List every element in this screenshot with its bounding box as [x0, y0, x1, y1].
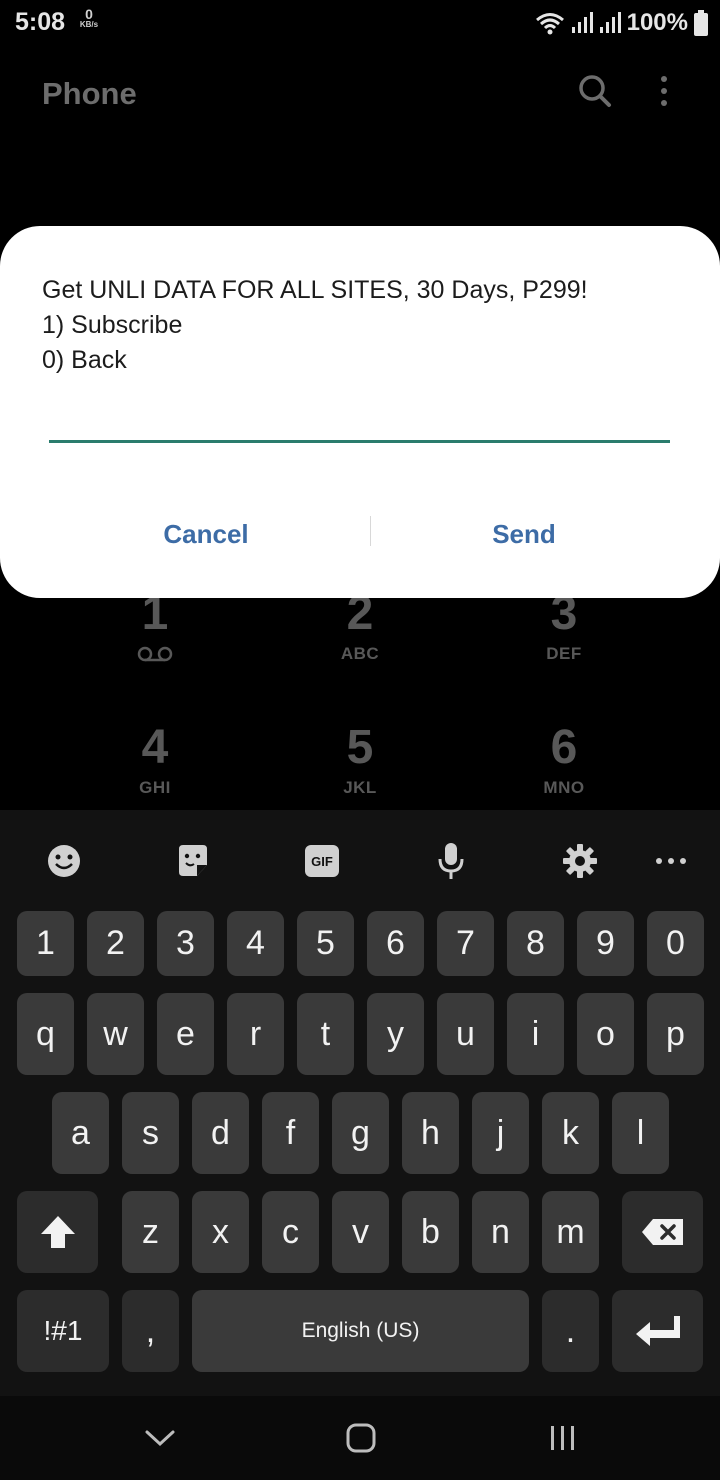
space-key[interactable]: English (US)	[192, 1290, 529, 1372]
settings-icon[interactable]	[556, 837, 604, 885]
navigation-bar	[0, 1396, 720, 1480]
period-key[interactable]: .	[542, 1290, 599, 1372]
key-n[interactable]: n	[472, 1191, 529, 1273]
more-vertical-icon[interactable]	[652, 74, 676, 113]
key-k[interactable]: k	[542, 1092, 599, 1174]
key-x[interactable]: x	[192, 1191, 249, 1273]
key-j[interactable]: j	[472, 1092, 529, 1174]
key-3[interactable]: 3	[157, 911, 214, 976]
key-i[interactable]: i	[507, 993, 564, 1075]
status-bar: 5:08 0 KB/s 100%	[0, 0, 720, 46]
key-b[interactable]: b	[402, 1191, 459, 1273]
key-4[interactable]: 4	[227, 911, 284, 976]
key-1[interactable]: 1	[17, 911, 74, 976]
key-t[interactable]: t	[297, 993, 354, 1075]
enter-icon	[635, 1316, 680, 1346]
emoji-icon[interactable]	[40, 837, 88, 885]
gif-icon[interactable]: GIF	[298, 837, 346, 885]
search-icon[interactable]	[578, 74, 612, 113]
dialpad-key-2[interactable]: 2 ABC	[285, 590, 435, 664]
ussd-response-input[interactable]	[49, 398, 674, 440]
dialpad-letters: MNO	[543, 778, 585, 797]
key-m[interactable]: m	[542, 1191, 599, 1273]
dialpad-digit: 5	[346, 721, 374, 774]
key-h[interactable]: h	[402, 1092, 459, 1174]
key-y[interactable]: y	[367, 993, 424, 1075]
wifi-icon	[535, 13, 564, 35]
key-g[interactable]: g	[332, 1092, 389, 1174]
symbols-key[interactable]: !#1	[17, 1290, 109, 1372]
home-icon[interactable]	[331, 1418, 391, 1458]
signal-icon-1	[571, 12, 593, 33]
key-u[interactable]: u	[437, 993, 494, 1075]
dialpad-letters: GHI	[139, 778, 171, 797]
dialog-message-line-3: 0) Back	[42, 346, 127, 374]
battery-icon	[694, 10, 708, 36]
backspace-icon	[641, 1219, 683, 1245]
gif-label: GIF	[305, 845, 339, 877]
key-6[interactable]: 6	[367, 911, 424, 976]
dialpad-key-4[interactable]: 4 GHI	[80, 724, 230, 798]
recents-icon[interactable]	[533, 1418, 593, 1458]
microphone-icon[interactable]	[427, 837, 475, 885]
key-8[interactable]: 8	[507, 911, 564, 976]
dialpad-key-3[interactable]: 3 DEF	[489, 590, 639, 664]
key-d[interactable]: d	[192, 1092, 249, 1174]
dialpad-letters: DEF	[546, 644, 582, 663]
on-screen-keyboard: GIF 1 2 3 4 5 6 7 8 9 0 q w e r t y u i …	[0, 810, 720, 1396]
dialpad-letters: ABC	[340, 644, 380, 663]
key-o[interactable]: o	[577, 993, 634, 1075]
dialpad-key-1[interactable]: 1	[80, 590, 230, 667]
status-icons: 100%	[535, 7, 708, 39]
key-7[interactable]: 7	[437, 911, 494, 976]
dialpad-digit: 4	[141, 721, 169, 774]
app-title: Phone	[42, 76, 137, 111]
key-5[interactable]: 5	[297, 911, 354, 976]
key-r[interactable]: r	[227, 993, 284, 1075]
sticker-icon[interactable]	[169, 837, 217, 885]
key-9[interactable]: 9	[577, 911, 634, 976]
key-q[interactable]: q	[17, 993, 74, 1075]
enter-key[interactable]	[612, 1290, 703, 1372]
network-speed-unit: KB/s	[79, 20, 99, 29]
cancel-button[interactable]: Cancel	[46, 512, 366, 556]
dialpad-letters: JKL	[343, 778, 377, 797]
dialog-message-line-1: Get UNLI DATA FOR ALL SITES, 30 Days, P2…	[42, 276, 588, 304]
dialpad-key-5[interactable]: 5 JKL	[285, 724, 435, 798]
key-c[interactable]: c	[262, 1191, 319, 1273]
key-p[interactable]: p	[647, 993, 704, 1075]
battery-percentage: 100%	[626, 9, 688, 36]
ussd-dialog: Get UNLI DATA FOR ALL SITES, 30 Days, P2…	[0, 226, 720, 598]
shift-arrow-icon	[40, 1216, 75, 1248]
dialpad-key-6[interactable]: 6 MNO	[489, 724, 639, 798]
back-chevron-icon[interactable]	[130, 1418, 190, 1458]
input-underline	[49, 440, 670, 443]
backspace-key[interactable]	[622, 1191, 703, 1273]
shift-key[interactable]	[17, 1191, 98, 1273]
more-horizontal-icon[interactable]	[647, 837, 695, 885]
key-2[interactable]: 2	[87, 911, 144, 976]
key-e[interactable]: e	[157, 993, 214, 1075]
dialog-message-line-2: 1) Subscribe	[42, 311, 183, 339]
status-time: 5:08	[15, 8, 66, 36]
send-button[interactable]: Send	[364, 512, 684, 556]
dialpad-digit: 6	[550, 721, 578, 774]
comma-key[interactable]: ,	[122, 1290, 179, 1372]
key-s[interactable]: s	[122, 1092, 179, 1174]
network-speed-value: 0	[85, 6, 93, 22]
key-v[interactable]: v	[332, 1191, 389, 1273]
key-w[interactable]: w	[87, 993, 144, 1075]
signal-icon-2	[599, 12, 621, 33]
key-l[interactable]: l	[612, 1092, 669, 1174]
key-z[interactable]: z	[122, 1191, 179, 1273]
voicemail-icon	[137, 646, 173, 662]
key-a[interactable]: a	[52, 1092, 109, 1174]
key-f[interactable]: f	[262, 1092, 319, 1174]
key-0[interactable]: 0	[647, 911, 704, 976]
network-speed: 0 KB/s	[74, 7, 104, 29]
